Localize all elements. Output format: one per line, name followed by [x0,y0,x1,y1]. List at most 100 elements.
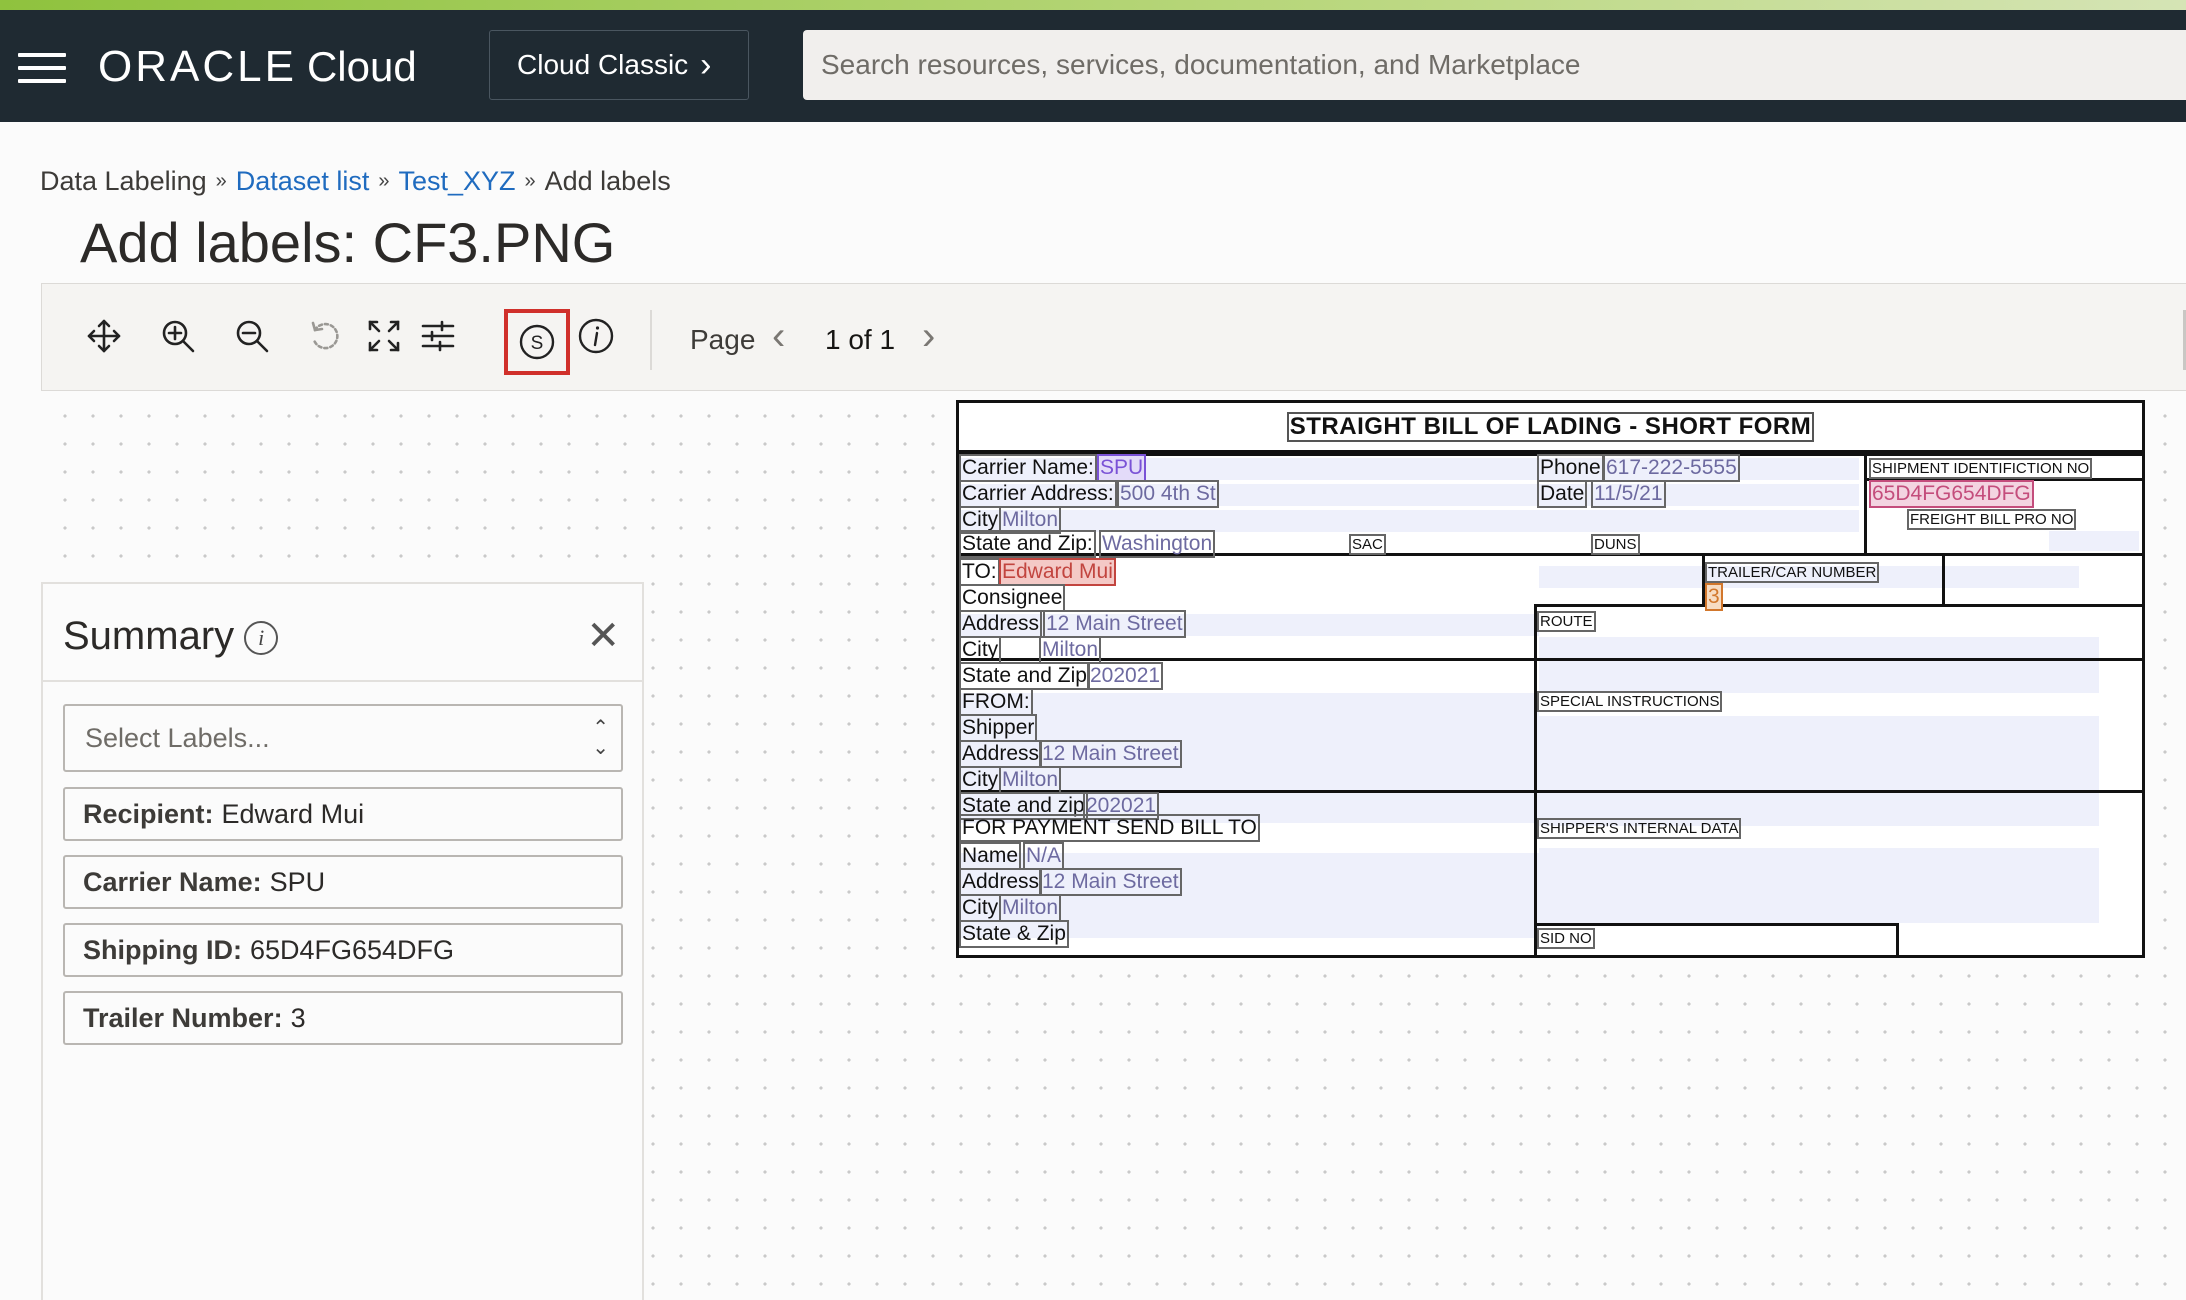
breadcrumb-separator-icon: » [524,170,536,192]
doc-city-label-3: City [959,766,1002,794]
doc-date-label: Date [1536,480,1588,508]
label-value: SPU [269,866,326,897]
cloud-classic-label: Cloud Classic [517,49,689,80]
label-value: 65D4FG654DFG [249,934,455,965]
table-rule [1864,478,2142,481]
previous-page-icon[interactable]: ‹ [772,314,785,359]
summary-title-row: Summary i [63,614,279,659]
doc-sac: SAC [1349,534,1386,555]
text-highlight [1539,637,2099,693]
breadcrumb: Data Labeling » Dataset list » Test_XYZ … [40,166,671,197]
document-title: STRAIGHT BILL OF LADING - SHORT FORM [959,403,2142,453]
summary-label-shipping-id[interactable]: Shipping ID: 65D4FG654DFG [63,923,623,977]
doc-carrier-address-label: Carrier Address: [959,480,1117,508]
doc-carrier-name-value[interactable]: SPU [1096,454,1147,482]
next-page-icon[interactable]: › [922,314,935,359]
select-labels-placeholder: Select Labels... [85,722,270,753]
document-image[interactable]: STRAIGHT BILL OF LADING - SHORT FORM Car… [956,400,2145,958]
doc-address-label-2: Address [959,740,1043,768]
doc-shippers-internal: SHIPPER'S INTERNAL DATA [1536,818,1742,839]
text-highlight [1539,848,2099,923]
table-rule [1534,604,2142,607]
breadcrumb-data-labeling: Data Labeling [40,166,207,196]
page-title: Add labels: CF3.PNG [80,211,616,274]
doc-city-value-3: Milton [998,766,1062,794]
doc-to-name-value[interactable]: Edward Mui [999,558,1116,586]
label-key: Recipient: [83,798,214,829]
doc-city-label: City [959,506,1002,534]
summary-info-icon[interactable]: i [244,621,279,656]
info-icon[interactable] [572,312,620,360]
label-key: Shipping ID: [83,934,242,965]
breadcrumb-dataset-list[interactable]: Dataset list [236,166,370,197]
global-search[interactable] [803,30,2186,100]
doc-special-instructions: SPECIAL INSTRUCTIONS [1536,691,1723,712]
page-label: Page [690,324,756,355]
doc-city-value-4: Milton [998,894,1062,922]
doc-address-label-3: Address [959,868,1043,896]
doc-shipment-id-value[interactable]: 65D4FG654DFG [1869,480,2034,508]
reset-icon[interactable] [302,312,350,360]
label-key: Trailer Number: [83,1002,283,1033]
summary-title: Summary [63,614,235,658]
doc-state-and-zip-lower-label: State and zip [959,792,1088,820]
table-rule [1896,923,1899,955]
global-header: ORACLE Cloud Cloud Classic › [0,10,2186,122]
oracle-cloud-logo[interactable]: ORACLE Cloud [98,42,417,92]
brand-name: ORACLE [98,42,297,91]
breadcrumb-dataset[interactable]: Test_XYZ [398,166,515,197]
doc-phone-value: 617-222-5555 [1603,454,1740,482]
label-key: Carrier Name: [83,866,262,897]
summary-label-recipient[interactable]: Recipient: Edward Mui [63,787,623,841]
hamburger-menu-icon[interactable] [18,53,66,83]
page-indicator: 1 of 1 [825,324,896,355]
doc-name-label: Name [959,842,1022,870]
zoom-out-icon[interactable] [228,312,276,360]
table-rule [1942,553,1945,606]
doc-zip-value: 202021 [1086,662,1164,690]
table-rule [959,658,2142,661]
text-highlight [1539,716,2099,826]
search-input[interactable] [821,49,2121,81]
doc-city-label-4: City [959,894,1002,922]
doc-address-value-2: 12 Main Street [1039,740,1182,768]
doc-state-value: Washington [1098,530,1216,558]
label-value: Edward Mui [221,798,365,829]
chevron-right-icon: › [700,46,712,84]
toolbar-divider [650,310,652,370]
top-accent-bar [0,0,2186,10]
doc-from-label: FROM: [959,688,1033,716]
fit-to-screen-icon[interactable] [360,312,408,360]
doc-route-label: ROUTE [1537,611,1596,632]
summary-panel: Summary i ✕ Select Labels... ⌃ ⌄ Recipient… [41,582,644,1300]
move-icon[interactable] [80,312,128,360]
doc-state-amp-zip-label: State & Zip [959,920,1069,948]
table-rule [1702,553,1705,606]
doc-city-label-2: City [959,636,1002,664]
doc-to-label: TO: [959,558,1000,586]
doc-carrier-address-value: 500 4th St [1117,480,1219,508]
text-highlight [2049,531,2139,551]
select-labels-dropdown[interactable]: Select Labels... ⌃ ⌄ [63,704,623,772]
adjustments-icon[interactable] [414,312,462,360]
doc-trailer-value[interactable]: 3 [1705,583,1723,611]
summary-toggle-icon[interactable]: S [504,309,570,375]
doc-date-value: 11/5/21 [1591,480,1666,508]
doc-shipment-id-label: SHIPMENT IDENTIFICTION NO [1868,458,2093,479]
doc-carrier-name-label: Carrier Name: [959,454,1097,482]
label-value: 3 [290,1002,306,1033]
select-arrows-icon: ⌃ ⌄ [592,717,609,759]
doc-sid-no: SID NO [1537,928,1595,949]
summary-label-trailer-number[interactable]: Trailer Number: 3 [63,991,623,1045]
summary-header: Summary i ✕ [43,584,642,682]
summary-tool-letter: S [531,333,544,354]
doc-phone-label: Phone [1537,454,1604,482]
doc-shipper-label: Shipper [959,714,1038,742]
close-icon[interactable]: ✕ [586,616,620,656]
zoom-in-icon[interactable] [154,312,202,360]
cloud-classic-button[interactable]: Cloud Classic › [489,30,749,100]
breadcrumb-separator-icon: » [378,170,390,192]
doc-state-zip-label: State and Zip: [959,530,1096,558]
summary-label-carrier-name[interactable]: Carrier Name: SPU [63,855,623,909]
doc-name-value: N/A [1022,842,1065,870]
